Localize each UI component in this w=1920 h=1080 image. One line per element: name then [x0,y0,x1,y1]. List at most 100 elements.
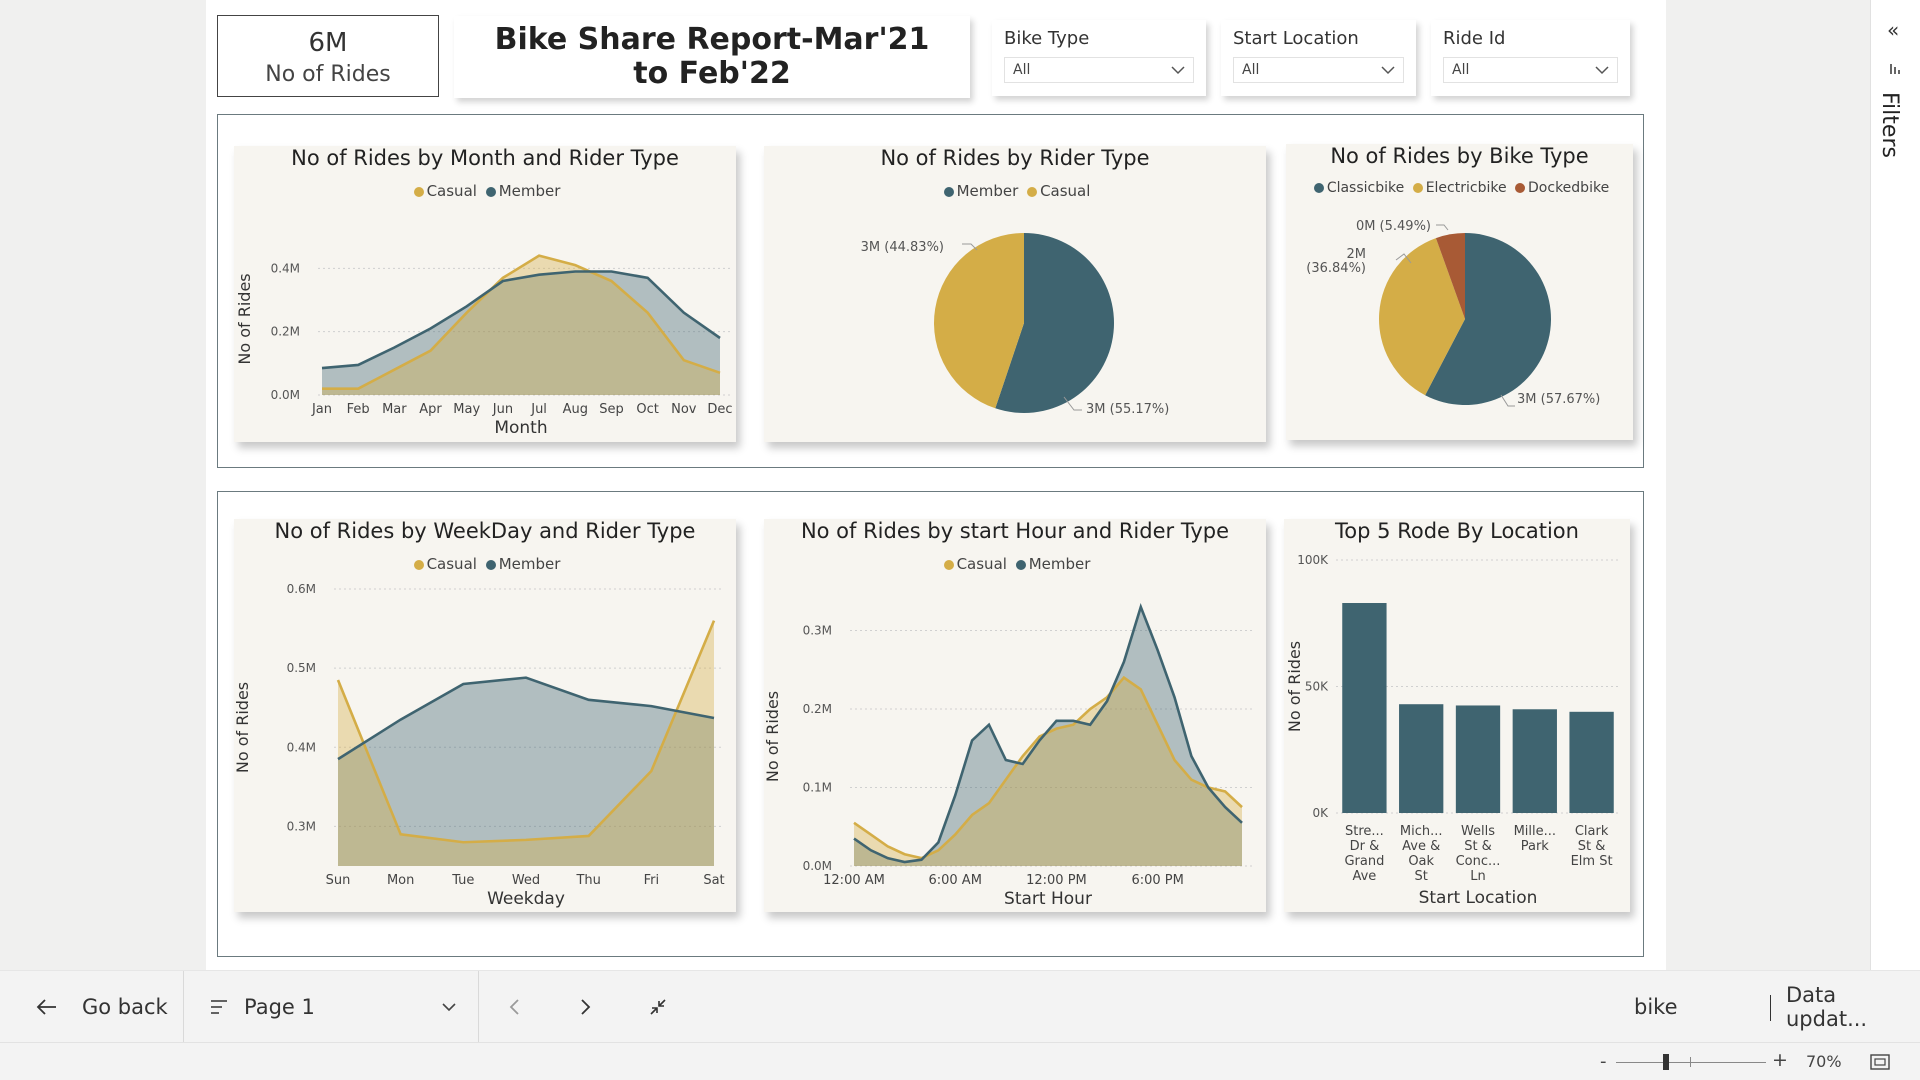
x-tick-label: May [453,402,480,417]
y-axis-title: No of Rides [764,691,782,782]
x-tick-label: Jul [530,402,547,417]
x-tick-label: Ln [1470,869,1485,884]
x-tick-label: Grand [1344,854,1384,869]
zoom-slider-thumb[interactable] [1663,1054,1669,1070]
x-tick-label: St & [1578,839,1606,854]
x-tick-label: Aug [563,402,588,417]
chart-plot: 0.3M 0.4M 0.5M 0.6M Sun Mon Tue Wed Thu Fri Sat Wee… [234,582,725,909]
chevron-right-icon [581,999,591,1015]
y-tick-label: 0.3M [287,819,316,833]
y-tick-label: 0.0M [803,859,832,873]
slicer-dropdown[interactable]: All [1004,57,1194,83]
divider [183,971,184,1043]
y-tick-label: 0.1M [803,781,832,795]
x-tick-label: Wells [1461,824,1495,839]
zoom-slider-mark [1690,1057,1691,1067]
y-axis-title: No of Rides [235,273,254,364]
divider [478,971,479,1043]
data-updated-info[interactable]: Data updat... [1786,971,1920,1043]
x-tick-label: Clark [1575,824,1609,839]
chart-rides-by-bike-type[interactable]: No of Rides by Bike Type Classicbike Ele… [1286,144,1633,440]
next-page-button[interactable] [580,971,592,1043]
zoom-in-button[interactable]: + [1772,1049,1788,1071]
x-tick-label: Tue [451,873,474,888]
chart-rides-by-month[interactable]: No of Rides by Month and Rider Type Casu… [234,146,736,442]
previous-page-button[interactable] [508,971,520,1043]
x-tick-label: Ave [1352,869,1376,884]
zoom-slider-track[interactable] [1616,1062,1766,1063]
x-tick-label: Oak [1408,854,1434,869]
leader-line [1436,224,1449,231]
bar [1455,705,1501,813]
bar [1569,711,1614,813]
kpi-card-rides: 6M No of Rides [217,15,439,97]
report-title: Bike Share Report-Mar'21 to Feb'22 [494,22,930,91]
y-tick-label: 0.5M [287,661,316,675]
y-axis-title: No of Rides [234,682,252,773]
x-tick-label: 6:00 AM [928,873,981,888]
page-selector[interactable]: Page 1 [210,971,460,1043]
chart-plot: 3M (57.67%) 2M(36.84%) 0M (5.49%) [1306,219,1600,407]
collapse-icon[interactable]: « [1887,18,1899,42]
slicer-start-location[interactable]: Start Location All [1221,20,1416,96]
chart-rides-by-weekday[interactable]: No of Rides by WeekDay and Rider Type Ca… [234,519,736,912]
y-tick-label: 0.2M [271,325,300,339]
x-axis-title: Month [494,418,547,438]
chevron-down-icon [1381,66,1395,75]
chart-plot: 0K 50K 100K Stre...Dr &GrandAve Mich...Ave &… [1285,553,1620,908]
y-tick-label: 0.4M [271,261,300,275]
x-tick-label: Park [1521,839,1550,854]
x-tick-label: Elm St [1571,854,1613,869]
x-axis-title: Start Hour [1004,889,1092,909]
y-tick-label: 100K [1297,553,1329,567]
x-tick-label: Mon [387,873,414,888]
go-back-button[interactable]: Go back [36,971,168,1043]
filters-pane[interactable]: « Filters [1870,0,1920,970]
x-tick-label: Jun [492,402,513,417]
x-tick-label: Conc... [1456,854,1501,869]
y-tick-label: 0.6M [287,582,316,596]
bar [1512,709,1557,813]
slicer-ride-id[interactable]: Ride Id All [1431,20,1630,96]
bar [1399,704,1444,813]
x-axis-title: Start Location [1419,888,1538,908]
x-tick-label: 12:00 PM [1026,873,1087,888]
arrow-left-icon [36,999,56,1015]
page-label: Page 1 [244,995,315,1019]
x-tick-label: Oct [636,402,658,417]
bottom-navigation-bar: Go back Page 1 bike Data updat... [0,970,1920,1043]
x-tick-label: Nov [671,402,697,417]
chart-top5-locations[interactable]: Top 5 Rode By Location 0K 50K 100K Stre... D… [1284,519,1630,912]
slicer-dropdown[interactable]: All [1233,57,1404,83]
y-tick-label: 0K [1312,806,1329,820]
slicer-bike-type[interactable]: Bike Type All [992,20,1206,96]
chart-plot: 3M (55.17%) 3M (44.83%) [861,233,1169,417]
x-tick-label: 6:00 PM [1131,873,1183,888]
chevron-left-icon [509,999,519,1015]
x-tick-label: 12:00 AM [823,873,885,888]
filter-icon [1890,64,1900,74]
slicer-title: Bike Type [1004,28,1090,49]
zoom-out-button[interactable]: - [1600,1051,1607,1072]
x-tick-label: Sat [703,873,724,888]
y-tick-label: 0.2M [803,702,832,716]
leader-line [1500,394,1515,407]
x-tick-label: Sun [326,873,351,888]
x-tick-label: Apr [419,402,442,417]
slicer-dropdown[interactable]: All [1443,57,1618,83]
slicer-value: All [1013,62,1031,78]
x-tick-label: Mille... [1514,824,1556,839]
x-tick-label: Ave & [1402,839,1440,854]
x-axis-title: Weekday [487,889,565,909]
chevron-down-icon [1595,66,1609,75]
slicer-value: All [1452,62,1470,78]
kpi-label: No of Rides [265,62,391,87]
exit-full-screen-button[interactable] [648,971,668,1043]
fit-to-page-icon[interactable] [1870,1054,1890,1070]
search-text[interactable]: bike [1634,971,1678,1043]
zoom-level: 70% [1806,1052,1842,1071]
chart-rides-by-start-hour[interactable]: No of Rides by start Hour and Rider Type… [764,519,1266,912]
data-label: (36.84%) [1306,261,1366,276]
x-tick-label: Fri [644,873,660,888]
chart-rides-by-rider-type[interactable]: No of Rides by Rider Type Member Casual … [764,146,1266,442]
